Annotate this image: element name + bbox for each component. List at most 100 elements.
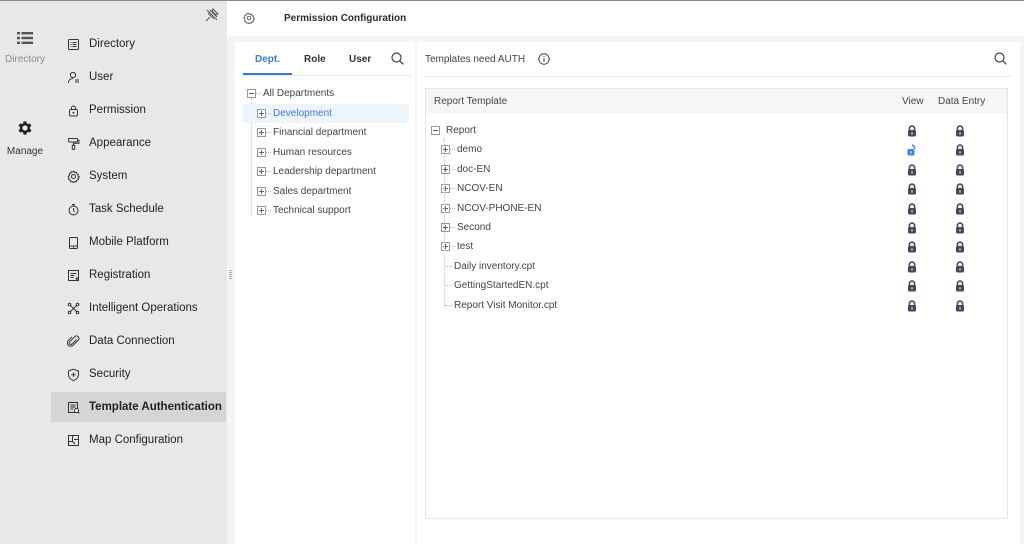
expand-icon[interactable] bbox=[257, 167, 266, 176]
collapse-icon[interactable] bbox=[247, 89, 256, 98]
sidebar-item-label: Task Schedule bbox=[89, 203, 164, 215]
tree-node-label: Leadership department bbox=[273, 166, 376, 177]
lock-icon[interactable] bbox=[907, 203, 917, 218]
tree-node-human-resources[interactable]: Human resources bbox=[243, 143, 409, 163]
sidebar-item-map-configuration[interactable]: Map Configuration bbox=[51, 425, 226, 455]
template-name-cell: doc-EN bbox=[441, 164, 490, 175]
table-row[interactable]: doc-EN bbox=[426, 160, 1007, 179]
lock-icon[interactable] bbox=[955, 261, 965, 276]
search-icon[interactable] bbox=[994, 52, 1007, 65]
lock-icon[interactable] bbox=[955, 300, 965, 315]
table-row[interactable]: NCOV-EN bbox=[426, 179, 1007, 198]
lock-icon[interactable] bbox=[907, 222, 917, 237]
tree-node-sales-department[interactable]: Sales department bbox=[243, 182, 409, 202]
table-row[interactable]: Report Visit Monitor.cpt bbox=[426, 296, 1007, 315]
tree-connector bbox=[450, 227, 455, 228]
table-row[interactable]: Daily inventory.cpt bbox=[426, 257, 1007, 276]
info-icon[interactable] bbox=[538, 53, 550, 65]
file-label: Report Visit Monitor.cpt bbox=[454, 300, 557, 311]
table-row[interactable]: demo bbox=[426, 140, 1007, 159]
file-label: GettingStartedEN.cpt bbox=[454, 280, 549, 291]
expand-icon[interactable] bbox=[257, 206, 266, 215]
rail-item-manage[interactable]: Manage bbox=[0, 119, 50, 157]
expand-icon[interactable] bbox=[257, 148, 266, 157]
sidebar-item-system[interactable]: System bbox=[51, 161, 226, 191]
stopwatch-icon bbox=[67, 203, 80, 216]
table-row[interactable]: Report bbox=[426, 121, 1007, 140]
folder-label: NCOV-PHONE-EN bbox=[457, 203, 541, 214]
sidebar-item-label: Registration bbox=[89, 269, 150, 281]
expand-icon[interactable] bbox=[257, 109, 266, 118]
tree-connector bbox=[450, 188, 455, 189]
lock-icon[interactable] bbox=[907, 261, 917, 276]
lock-icon[interactable] bbox=[955, 125, 965, 140]
table-row[interactable]: Second bbox=[426, 218, 1007, 237]
tree-connector bbox=[445, 305, 452, 306]
table-row[interactable]: test bbox=[426, 237, 1007, 256]
lock-icon[interactable] bbox=[955, 183, 965, 198]
sidebar-item-label: Directory bbox=[89, 38, 135, 50]
tree-connector bbox=[445, 285, 452, 286]
tree-node-development[interactable]: Development bbox=[243, 104, 409, 124]
lock-icon[interactable] bbox=[955, 164, 965, 179]
lock-icon[interactable] bbox=[955, 203, 965, 218]
rail-item-directory[interactable]: Directory bbox=[0, 29, 50, 65]
tab-dept[interactable]: Dept. bbox=[255, 54, 280, 65]
sidebar-item-template-authentication[interactable]: Template Authentication bbox=[51, 392, 226, 422]
panel-resize-handle[interactable] bbox=[229, 270, 232, 280]
unlock-icon[interactable] bbox=[907, 144, 917, 159]
templates-panel: Templates need AUTH Report Template View… bbox=[417, 42, 1020, 544]
table-row[interactable]: GettingStartedEN.cpt bbox=[426, 276, 1007, 295]
expand-icon[interactable] bbox=[441, 165, 450, 174]
page-title: Permission Configuration bbox=[284, 13, 406, 24]
lock-icon[interactable] bbox=[955, 222, 965, 237]
tree-node-all-departments[interactable]: All Departments bbox=[243, 84, 409, 104]
lock-icon[interactable] bbox=[907, 300, 917, 315]
sidebar-item-label: Security bbox=[89, 368, 131, 380]
expand-icon[interactable] bbox=[441, 223, 450, 232]
tree-node-financial-department[interactable]: Financial department bbox=[243, 123, 409, 143]
unpin-icon[interactable] bbox=[205, 8, 219, 22]
tree-node-leadership-department[interactable]: Leadership department bbox=[243, 162, 409, 182]
rail-label: Directory bbox=[0, 54, 50, 65]
sidebar-item-security[interactable]: Security bbox=[51, 359, 226, 389]
lock-icon[interactable] bbox=[907, 164, 917, 179]
lock-icon[interactable] bbox=[955, 241, 965, 256]
expand-icon[interactable] bbox=[257, 128, 266, 137]
tab-bar: Dept. Role User bbox=[243, 42, 411, 76]
lock-icon[interactable] bbox=[955, 280, 965, 295]
tree-node-technical-support[interactable]: Technical support bbox=[243, 201, 409, 221]
lock-icon[interactable] bbox=[907, 183, 917, 198]
expand-icon[interactable] bbox=[441, 204, 450, 213]
expand-icon[interactable] bbox=[441, 184, 450, 193]
table-row[interactable]: NCOV-PHONE-EN bbox=[426, 199, 1007, 218]
department-tree: All DepartmentsDevelopmentFinancial depa… bbox=[243, 84, 409, 221]
sidebar-item-appearance[interactable]: Appearance bbox=[51, 128, 226, 158]
sidebar-item-directory[interactable]: Directory bbox=[51, 29, 226, 59]
sidebar-item-label: Appearance bbox=[89, 137, 151, 149]
template-name-cell: GettingStartedEN.cpt bbox=[441, 280, 549, 291]
expand-icon[interactable] bbox=[257, 187, 266, 196]
settings-icon bbox=[243, 12, 255, 24]
sidebar-item-mobile-platform[interactable]: Mobile Platform bbox=[51, 227, 226, 257]
sidebar-item-intelligent-operations[interactable]: Intelligent Operations bbox=[51, 293, 226, 323]
tab-role[interactable]: Role bbox=[304, 54, 326, 65]
sidebar-item-data-connection[interactable]: Data Connection bbox=[51, 326, 226, 356]
sidebar-item-registration[interactable]: Registration bbox=[51, 260, 226, 290]
sidebar-item-label: Template Authentication bbox=[89, 401, 222, 413]
lock-icon[interactable] bbox=[907, 280, 917, 295]
lock-icon[interactable] bbox=[907, 241, 917, 256]
tab-user[interactable]: User bbox=[349, 54, 371, 65]
sidebar-item-permission[interactable]: Permission bbox=[51, 95, 226, 125]
lock-icon[interactable] bbox=[907, 125, 917, 140]
lock-icon[interactable] bbox=[955, 144, 965, 159]
user-icon bbox=[67, 71, 80, 84]
lock-icon bbox=[67, 104, 80, 117]
expand-icon[interactable] bbox=[441, 242, 450, 251]
sidebar-item-task-schedule[interactable]: Task Schedule bbox=[51, 194, 226, 224]
collapse-icon[interactable] bbox=[431, 126, 440, 135]
paperclip-icon bbox=[67, 335, 80, 348]
search-icon[interactable] bbox=[391, 52, 404, 65]
sidebar-item-user[interactable]: User bbox=[51, 62, 226, 92]
expand-icon[interactable] bbox=[441, 145, 450, 154]
